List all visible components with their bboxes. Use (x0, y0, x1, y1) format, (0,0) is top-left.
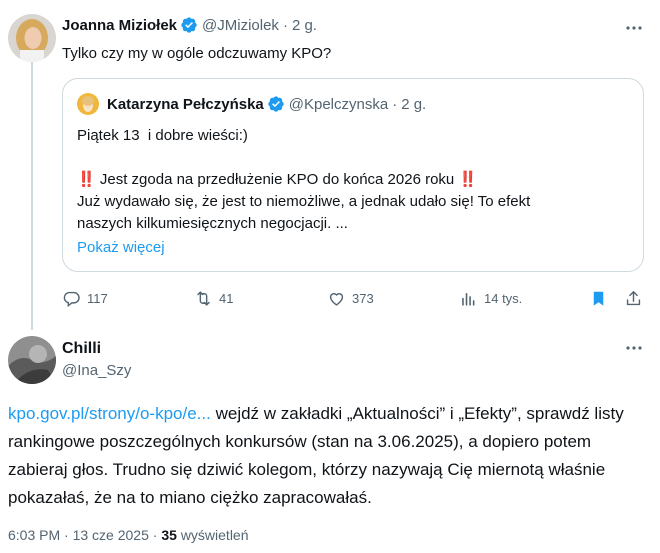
reply-count: 117 (87, 290, 108, 306)
repost-icon (197, 290, 210, 306)
views-button[interactable]: 14 tys. (459, 286, 522, 310)
heart-icon (329, 292, 344, 306)
reply-date[interactable]: 13 cze 2025 (73, 527, 149, 543)
share-button[interactable] (624, 286, 649, 310)
avatar-image (8, 336, 56, 384)
quote-line-4: naszych kilkumiesięcznych negocjacji. ..… (77, 215, 348, 232)
meta-separator: · (152, 527, 158, 543)
main-more-options-icon[interactable] (624, 18, 644, 38)
main-tweet-header: Joanna Miziołek @JMiziolek · 2 g. (62, 16, 317, 34)
reply-icon (63, 291, 80, 307)
verified-badge-icon (181, 17, 197, 33)
reply-link[interactable]: kpo.gov.pl/strony/o-kpo/e... (8, 404, 211, 423)
reply-author-handle[interactable]: @Ina_Szy (62, 362, 131, 379)
repost-count: 41 (219, 290, 234, 306)
reply-time[interactable]: 6:03 PM (8, 527, 60, 543)
meta-separator: · (64, 527, 69, 543)
quote-line-2: ‼️ Jest zgoda na przedłużenie KPO do koń… (77, 170, 477, 190)
meta-separator: · (392, 95, 398, 113)
main-author-name[interactable]: Joanna Miziołek (62, 17, 177, 34)
like-button[interactable]: 373 (327, 286, 374, 310)
quote-line-3: Już wydawało się, że jest to niemożliwe,… (77, 193, 531, 210)
quote-line-1: Piątek 13 i dobre wieści:) (77, 127, 248, 144)
quote-author-avatar (77, 93, 99, 115)
quote-author-name: Katarzyna Pełczyńska (107, 95, 264, 113)
reply-author-name[interactable]: Chilli (62, 340, 101, 358)
verified-badge-icon (268, 96, 284, 112)
double-exclamation-emoji-icon: ‼️ (458, 171, 478, 188)
main-author-handle[interactable]: @JMiziolek (202, 17, 279, 34)
main-author-avatar[interactable] (8, 14, 56, 62)
repost-button[interactable]: 41 (194, 286, 233, 310)
quoted-tweet-card[interactable]: Katarzyna Pełczyńska @Kpelczynska · 2 g.… (62, 78, 644, 272)
quote-author-handle: @Kpelczynska (288, 95, 389, 113)
main-tweet-time[interactable]: 2 g. (292, 17, 317, 34)
quote-tweet-time: 2 g. (401, 95, 427, 113)
thread-connector-line (31, 62, 33, 330)
quote-line-2-text: Jest zgoda na przedłużenie KPO do końca … (99, 171, 455, 188)
views-chart-icon (462, 292, 475, 306)
like-count: 373 (352, 290, 374, 306)
main-tweet-text: Tylko czy my w ogóle odczuwamy KPO? (62, 45, 332, 62)
reply-views-count: 35 (161, 527, 177, 543)
reply-more-options-icon[interactable] (624, 338, 644, 358)
reply-button[interactable]: 117 (62, 286, 108, 310)
avatar-image (77, 93, 99, 115)
share-icon (626, 290, 641, 305)
reply-author-avatar[interactable] (8, 336, 56, 384)
reply-views-label: wyświetleń (180, 527, 249, 543)
bookmark-button[interactable] (589, 286, 614, 310)
quote-tweet-header: Katarzyna Pełczyńska @Kpelczynska · 2 g. (107, 95, 426, 113)
reply-tweet-text: kpo.gov.pl/strony/o-kpo/e... wejdź w zak… (8, 400, 648, 512)
bookmark-icon (593, 291, 604, 306)
double-exclamation-emoji-icon: ‼️ (77, 171, 96, 188)
meta-separator: · (282, 16, 288, 34)
show-more-link[interactable]: Pokaż więcej (77, 238, 165, 258)
tweet-action-bar: 117 41 373 14 tys. (62, 286, 644, 310)
views-count: 14 tys. (484, 290, 523, 306)
reply-footer-meta: 6:03 PM · 13 cze 2025 · 35 wyświetleń (8, 527, 249, 543)
avatar-image (8, 14, 56, 62)
